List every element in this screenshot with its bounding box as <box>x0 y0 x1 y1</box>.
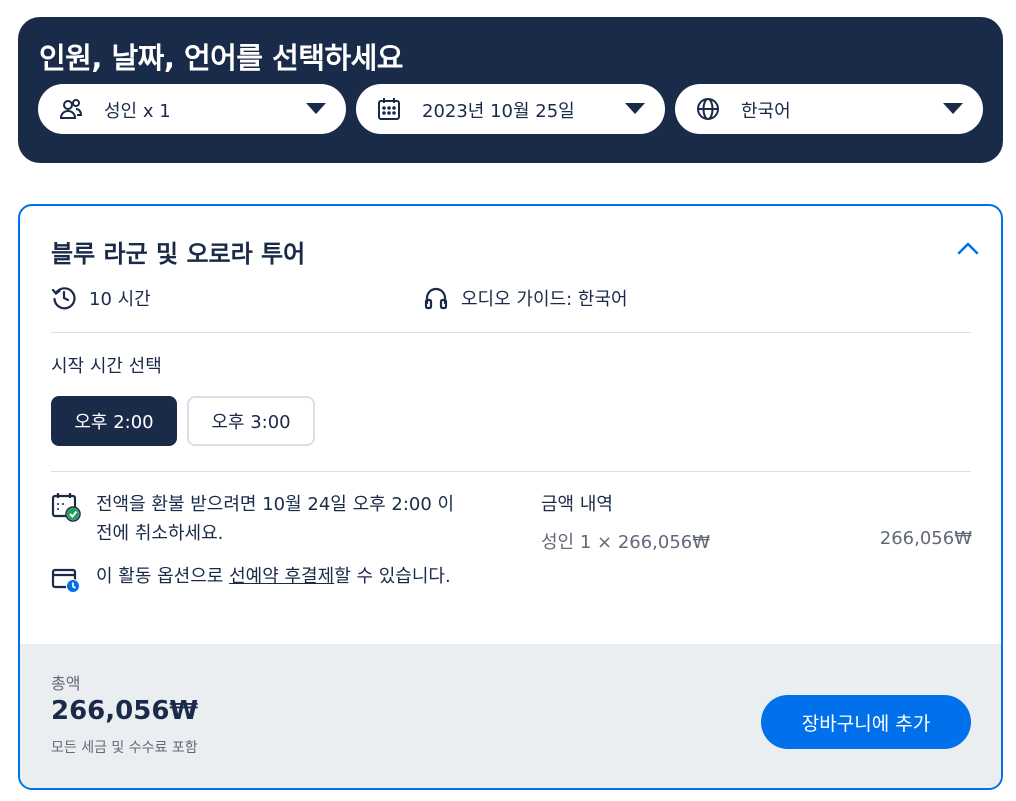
time-option-2pm[interactable]: 오후 2:00 <box>51 396 177 446</box>
reserve-now-pay-later-link[interactable]: 선예약 후결제 <box>229 566 334 587</box>
card-footer: 총액 266,056₩ 모든 세금 및 수수료 포함 장바구니에 추가 <box>20 644 1001 788</box>
divider <box>51 471 971 472</box>
selector-title: 인원, 날짜, 언어를 선택하세요 <box>39 41 403 75</box>
add-to-cart-button[interactable]: 장바구니에 추가 <box>761 695 971 749</box>
reserve-suffix: 할 수 있습니다. <box>334 566 451 587</box>
reserve-now-pay-later: 이 활동 옵션으로 선예약 후결제할 수 있습니다. <box>51 562 466 594</box>
chevron-down-icon <box>625 103 645 114</box>
refund-policy-text: 전액을 환불 받으려면 10월 24일 오후 2:00 이전에 취소하세요. <box>96 494 455 544</box>
total-label: 총액 <box>51 674 81 693</box>
start-time-label: 시작 시간 선택 <box>51 356 162 377</box>
reserve-prefix: 이 활동 옵션으로 <box>96 566 230 587</box>
price-line-amount: 266,056₩ <box>879 528 972 549</box>
audio-guide-info: 오디오 가이드: 한국어 <box>423 284 628 312</box>
calendar-check-icon <box>51 493 81 522</box>
date-selector[interactable]: 2023년 10월 25일 <box>356 84 665 134</box>
price-line-label: 성인 1 × 266,056₩ <box>541 532 711 553</box>
tour-title: 블루 라군 및 오로라 투어 <box>51 240 306 268</box>
reserve-text: 이 활동 옵션으로 선예약 후결제할 수 있습니다. <box>96 562 466 591</box>
audio-guide-text: 오디오 가이드: 한국어 <box>461 289 628 310</box>
people-icon <box>59 99 83 119</box>
tour-option-card: 블루 라군 및 오로라 투어 10 시간 오디오 가이드: 한국어 시작 시간 … <box>18 204 1003 790</box>
total-note: 모든 세금 및 수수료 포함 <box>51 740 198 756</box>
chevron-down-icon <box>306 103 326 114</box>
chevron-up-icon[interactable] <box>955 238 981 258</box>
language-label: 한국어 <box>741 101 791 122</box>
duration-info: 10 시간 <box>51 284 151 312</box>
chevron-down-icon <box>943 103 963 114</box>
clock-history-icon <box>51 287 76 310</box>
calendar-icon <box>378 98 400 120</box>
date-label: 2023년 10월 25일 <box>422 101 575 122</box>
selector-panel: 인원, 날짜, 언어를 선택하세요 성인 x 1 2023년 10월 25일 한… <box>18 17 1003 163</box>
duration-text: 10 시간 <box>89 289 151 310</box>
wallet-clock-icon <box>51 568 80 593</box>
refund-policy: 전액을 환불 받으려면 10월 24일 오후 2:00 이전에 취소하세요. <box>51 490 466 548</box>
total-amount: 266,056₩ <box>51 696 199 726</box>
language-selector[interactable]: 한국어 <box>675 84 983 134</box>
price-breakdown-title: 금액 내역 <box>541 494 613 515</box>
time-option-3pm[interactable]: 오후 3:00 <box>187 396 315 446</box>
globe-icon <box>697 98 719 120</box>
headphones-icon <box>424 287 448 310</box>
people-label: 성인 x 1 <box>104 101 171 122</box>
people-selector[interactable]: 성인 x 1 <box>38 84 346 134</box>
divider <box>51 332 971 333</box>
